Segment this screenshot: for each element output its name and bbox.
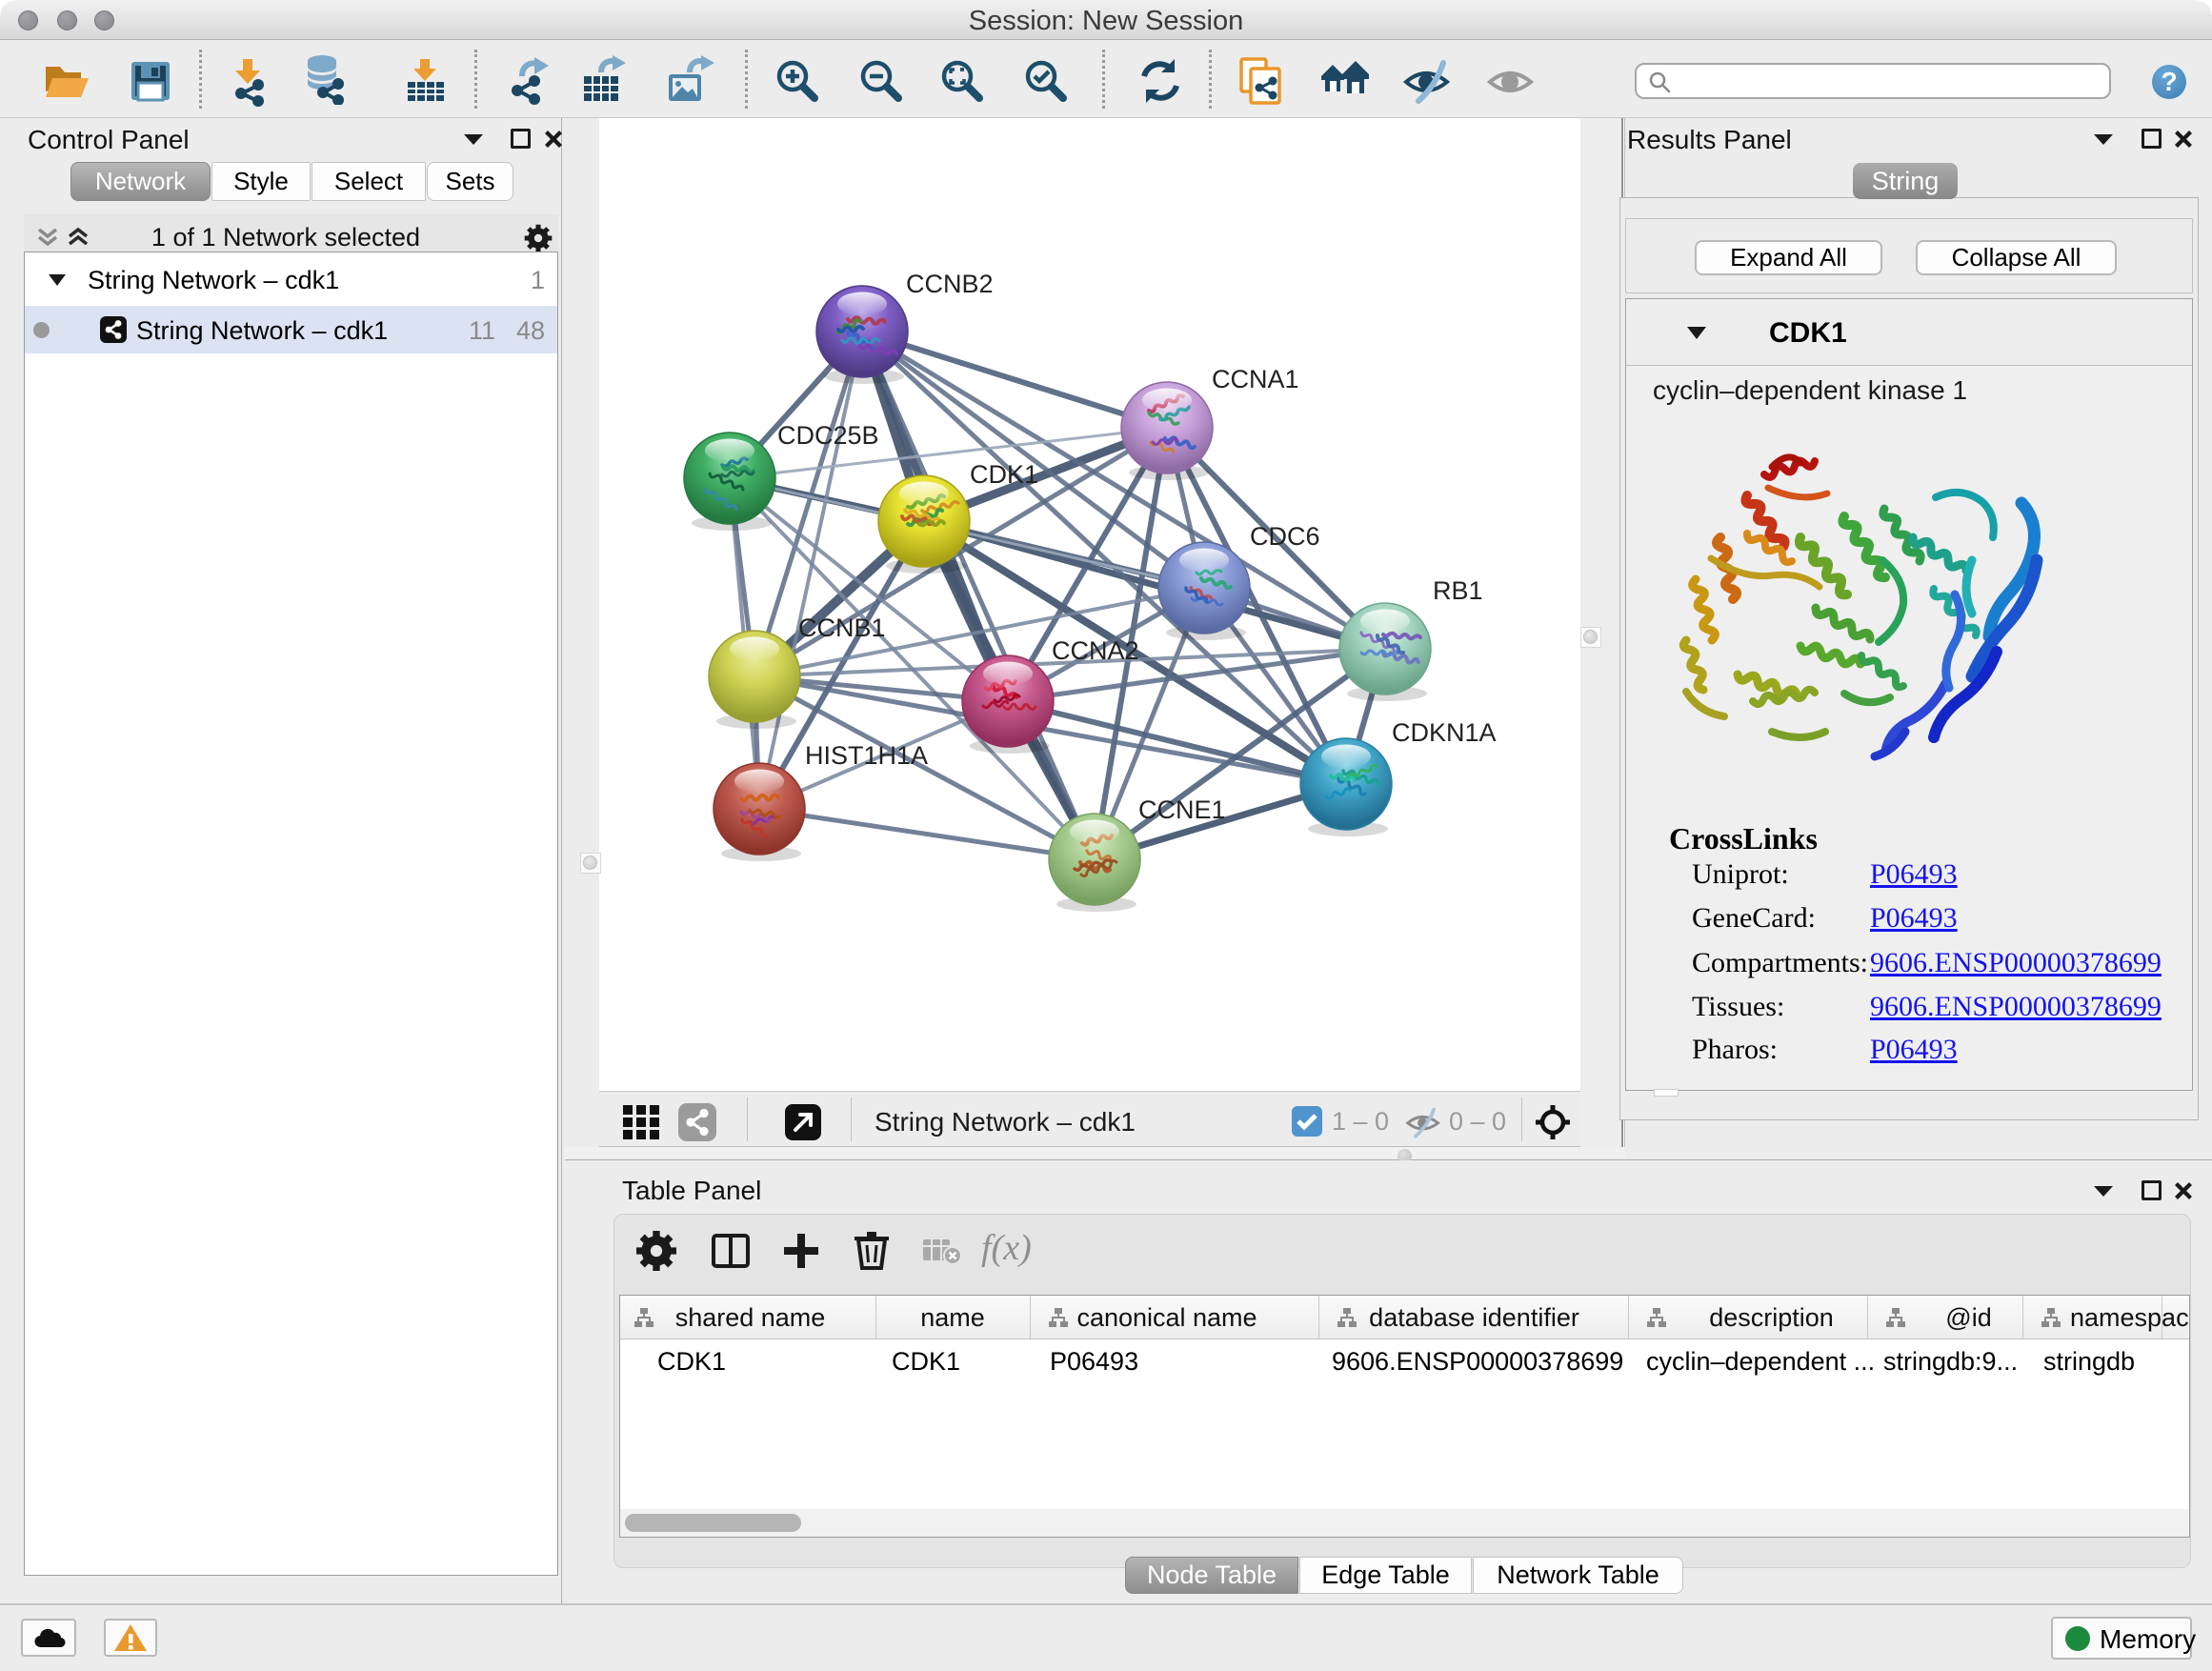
svg-text:CCNB1: CCNB1 xyxy=(798,614,886,642)
svg-text:CCNB2: CCNB2 xyxy=(906,270,994,298)
svg-text:HIST1H1A: HIST1H1A xyxy=(805,741,928,770)
svg-text:CCNA1: CCNA1 xyxy=(1212,365,1299,393)
svg-text:CCNA2: CCNA2 xyxy=(1052,636,1139,665)
svg-text:CDKN1A: CDKN1A xyxy=(1392,718,1497,747)
svg-text:CCNE1: CCNE1 xyxy=(1138,795,1226,824)
svg-text:RB1: RB1 xyxy=(1433,576,1483,605)
svg-text:CDC6: CDC6 xyxy=(1250,522,1320,551)
svg-text:CDK1: CDK1 xyxy=(970,460,1038,489)
svg-text:CDC25B: CDC25B xyxy=(777,421,879,450)
